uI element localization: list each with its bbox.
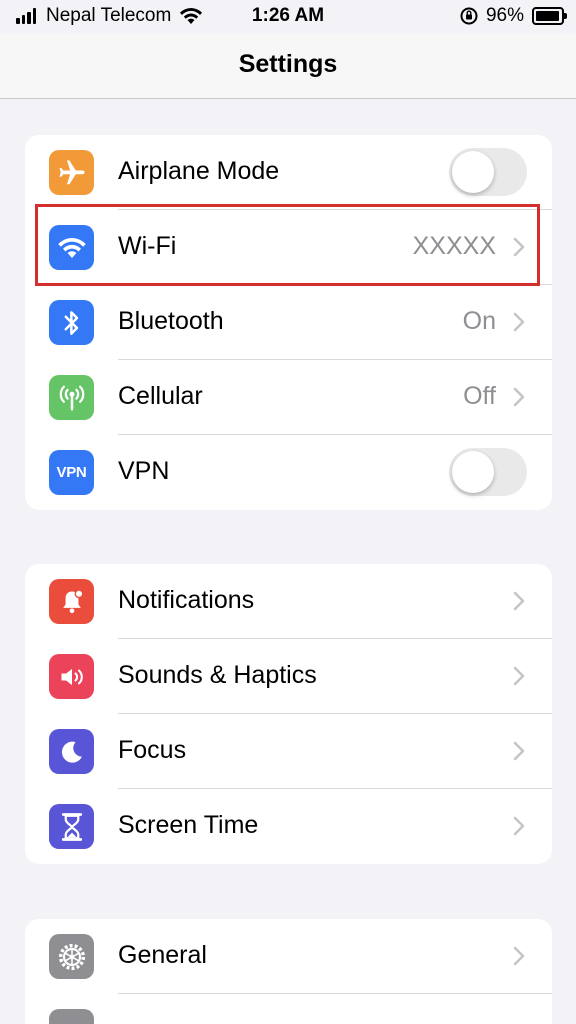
vpn-icon: VPN [49, 450, 94, 495]
settings-row-cellular[interactable]: Cellular Off [25, 360, 552, 435]
chevron-right-icon [513, 237, 525, 257]
settings-group-general: General [25, 919, 552, 1024]
chevron-right-icon [513, 946, 525, 966]
settings-row-label: Screen Time [118, 811, 259, 839]
status-right: 96% [460, 5, 567, 27]
bluetooth-status: On [462, 307, 496, 335]
airplane-mode-toggle[interactable] [449, 148, 527, 196]
speaker-icon [49, 654, 94, 699]
toggle-knob [452, 151, 494, 193]
settings-row-sounds-haptics[interactable]: Sounds & Haptics [25, 639, 552, 714]
toggle-knob [452, 451, 494, 493]
moon-icon [49, 729, 94, 774]
settings-row-notifications[interactable]: Notifications [25, 564, 552, 639]
chevron-right-icon [513, 591, 525, 611]
battery-percent: 96% [485, 5, 524, 26]
chevron-right-icon [513, 741, 525, 761]
settings-row-bluetooth[interactable]: Bluetooth On [25, 285, 552, 360]
status-bar: Nepal Telecom 1:26 AM 96% [0, 0, 576, 34]
chevron-right-icon [513, 816, 525, 836]
hourglass-icon [49, 804, 94, 849]
vpn-toggle[interactable] [449, 448, 527, 496]
battery-fill [536, 11, 560, 21]
settings-row-vpn[interactable]: VPN VPN [25, 435, 552, 510]
chevron-right-icon [513, 387, 525, 407]
settings-row-general[interactable]: General [25, 919, 552, 994]
wifi-network-name: XXXXX [412, 232, 496, 260]
settings-row-label: Airplane Mode [118, 157, 280, 185]
settings-row-screen-time[interactable]: Screen Time [25, 789, 552, 864]
battery-icon [532, 7, 567, 25]
settings-group-connectivity: Airplane Mode Wi-Fi XXXXX Bluetooth On C… [25, 135, 552, 510]
navigation-bar: Settings [0, 34, 576, 99]
chevron-right-icon [513, 666, 525, 686]
settings-row-label: Wi-Fi [118, 232, 177, 260]
bluetooth-icon [49, 300, 94, 345]
settings-row-label: VPN [118, 457, 170, 485]
control-center-icon [49, 1009, 94, 1024]
settings-row-label: Focus [118, 736, 187, 764]
settings-row-label: Sounds & Haptics [118, 661, 317, 689]
airplane-icon [49, 150, 94, 195]
settings-row-label: Bluetooth [118, 307, 224, 335]
page-title: Settings [238, 50, 338, 78]
cellular-antenna-icon [49, 375, 94, 420]
wifi-icon [49, 225, 94, 270]
settings-row-wifi[interactable]: Wi-Fi XXXXX [25, 210, 552, 285]
settings-row-focus[interactable]: Focus [25, 714, 552, 789]
settings-row-label: Notifications [118, 586, 255, 614]
settings-row-label: General [118, 941, 207, 969]
cellular-status: Off [463, 382, 496, 410]
settings-row-label: Cellular [118, 382, 203, 410]
chevron-right-icon [513, 312, 525, 332]
settings-row-partial[interactable] [25, 994, 552, 1024]
orientation-lock-icon [460, 7, 478, 25]
settings-group-notifications: Notifications Sounds & Haptics Focus Scr… [25, 564, 552, 864]
settings-row-airplane-mode[interactable]: Airplane Mode [25, 135, 552, 210]
notifications-bell-icon [49, 579, 94, 624]
gear-icon [49, 934, 94, 979]
vpn-icon-text: VPN [56, 464, 87, 481]
